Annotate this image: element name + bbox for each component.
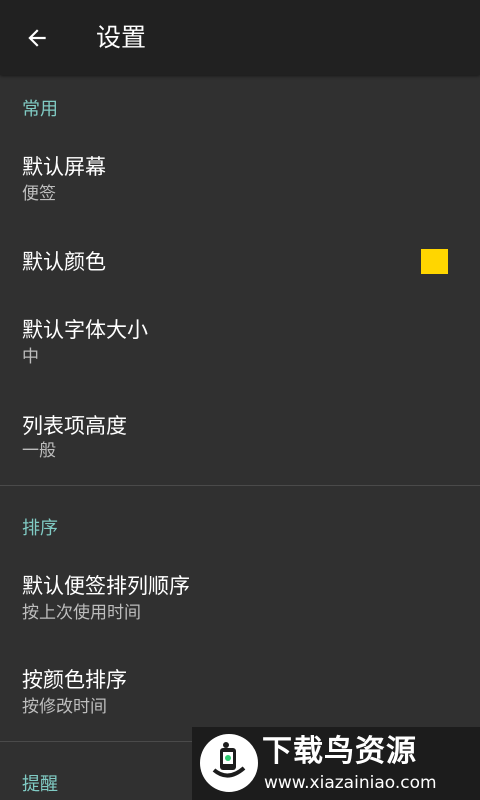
color-swatch[interactable] [421, 249, 448, 274]
back-button[interactable] [12, 13, 62, 63]
section-header-general: 常用 [22, 99, 58, 120]
watermark-title: 下载鸟资源 [262, 734, 417, 769]
setting-default-color[interactable]: 默认颜色 [0, 228, 480, 296]
setting-title: 默认颜色 [22, 250, 106, 274]
arrow-left-icon [28, 29, 46, 47]
setting-default-note-order[interactable]: 默认便签排列顺序 按上次使用时间 [0, 555, 480, 635]
setting-title: 列表项高度 [22, 414, 127, 438]
setting-default-font-size[interactable]: 默认字体大小 中 [0, 300, 480, 380]
setting-value: 便签 [22, 184, 56, 204]
section-header-reminder: 提醒 [22, 774, 58, 795]
setting-title: 默认便签排列顺序 [22, 574, 190, 598]
setting-default-screen[interactable]: 默认屏幕 便签 [0, 135, 480, 215]
settings-screen: 设置 常用 默认屏幕 便签 默认颜色 默认字体大小 中 列表项高度 一般 排序 … [0, 0, 480, 800]
setting-sort-by-color[interactable]: 按颜色排序 按修改时间 [0, 650, 480, 730]
bird-logo-icon [200, 734, 258, 792]
setting-list-item-height[interactable]: 列表项高度 一般 [0, 396, 480, 476]
watermark-url: www.xiazainiao.com [264, 773, 437, 793]
setting-title: 按颜色排序 [22, 668, 127, 692]
setting-title: 默认字体大小 [22, 318, 148, 342]
section-divider [0, 485, 480, 486]
setting-value: 按修改时间 [22, 697, 107, 717]
setting-value: 按上次使用时间 [22, 603, 141, 623]
watermark: 下载鸟资源 www.xiazainiao.com [192, 727, 480, 800]
page-title: 设置 [96, 23, 147, 52]
setting-title: 默认屏幕 [22, 155, 106, 179]
section-header-sort: 排序 [22, 518, 58, 539]
setting-value: 一般 [22, 441, 56, 461]
setting-value: 中 [22, 347, 39, 367]
app-toolbar: 设置 [0, 0, 480, 75]
